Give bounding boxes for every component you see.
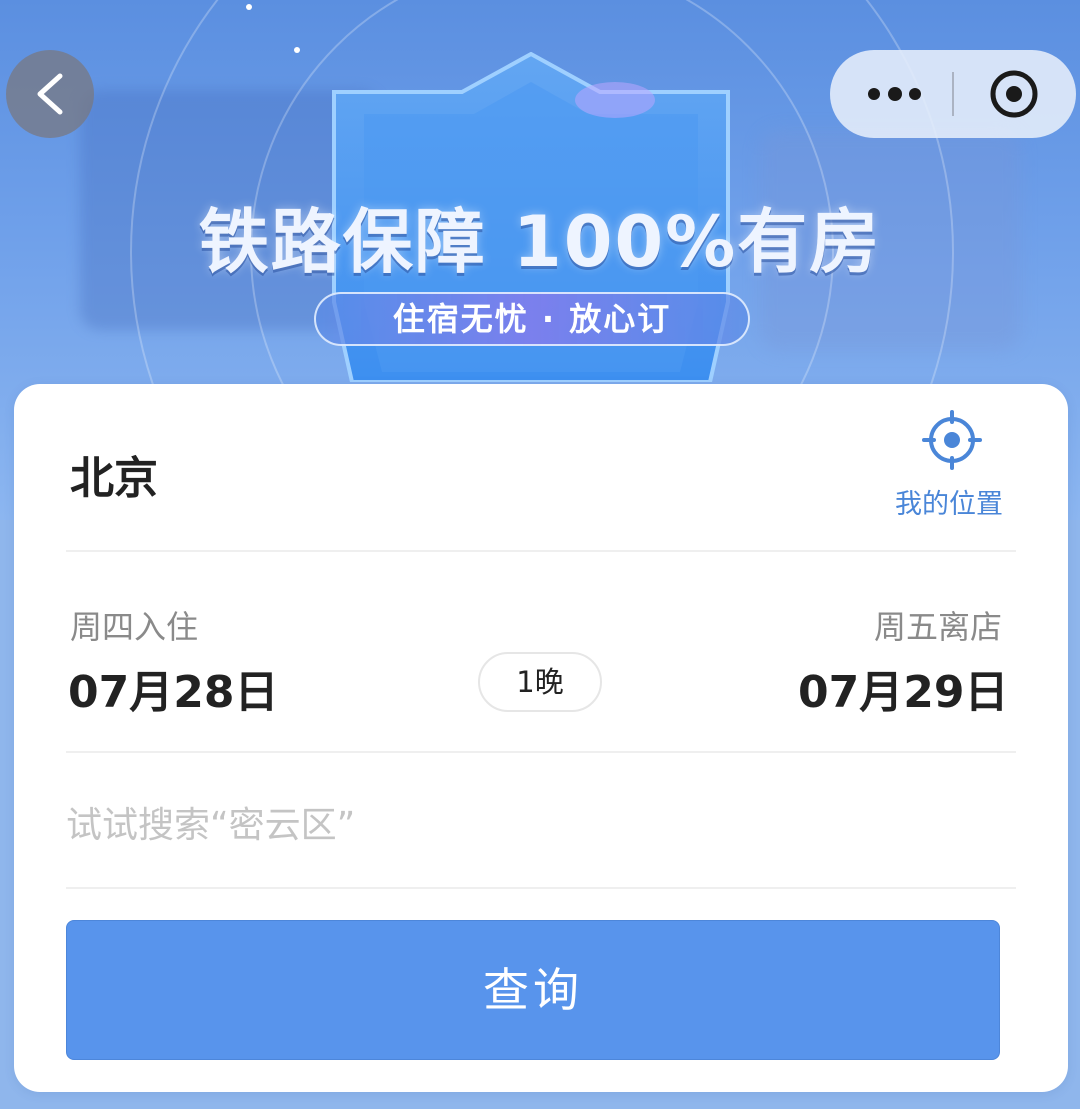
hotel-search-card: 北京 我的位置 周四入住 07月28日 1晚 周五离店 07月29日 查询 xyxy=(14,384,1068,1092)
checkin-date[interactable]: 07月28日 xyxy=(68,656,278,720)
back-button[interactable] xyxy=(6,50,94,138)
my-location-label: 我的位置 xyxy=(895,489,1003,520)
more-dots-icon xyxy=(868,88,880,100)
mini-program-capsule xyxy=(830,50,1076,138)
locate-crosshair-icon xyxy=(922,410,982,470)
more-button[interactable] xyxy=(830,50,952,138)
more-dots-icon xyxy=(888,87,902,101)
keyword-search-input[interactable] xyxy=(66,784,966,866)
target-close-icon xyxy=(990,70,1038,118)
close-button[interactable] xyxy=(954,50,1076,138)
query-button[interactable]: 查询 xyxy=(66,920,1000,1060)
divider xyxy=(66,887,1016,889)
divider xyxy=(66,751,1016,753)
divider xyxy=(66,550,1016,552)
banner-sparkle xyxy=(294,47,300,53)
banner-slogan: 铁路保障 100%有房 xyxy=(198,201,882,283)
city-selector[interactable]: 北京 xyxy=(70,442,158,506)
my-location-button[interactable]: 我的位置 xyxy=(884,406,1024,521)
banner-subslogan: 住宿无忧 · 放心订 xyxy=(314,292,750,346)
checkin-label: 周四入住 xyxy=(70,608,199,646)
chevron-left-icon xyxy=(37,73,63,115)
checkout-label: 周五离店 xyxy=(874,608,1003,646)
more-dots-icon xyxy=(909,88,921,100)
nights-badge: 1晚 xyxy=(478,652,602,712)
checkout-date[interactable]: 07月29日 xyxy=(798,656,1008,720)
banner-sparkle xyxy=(246,4,252,10)
